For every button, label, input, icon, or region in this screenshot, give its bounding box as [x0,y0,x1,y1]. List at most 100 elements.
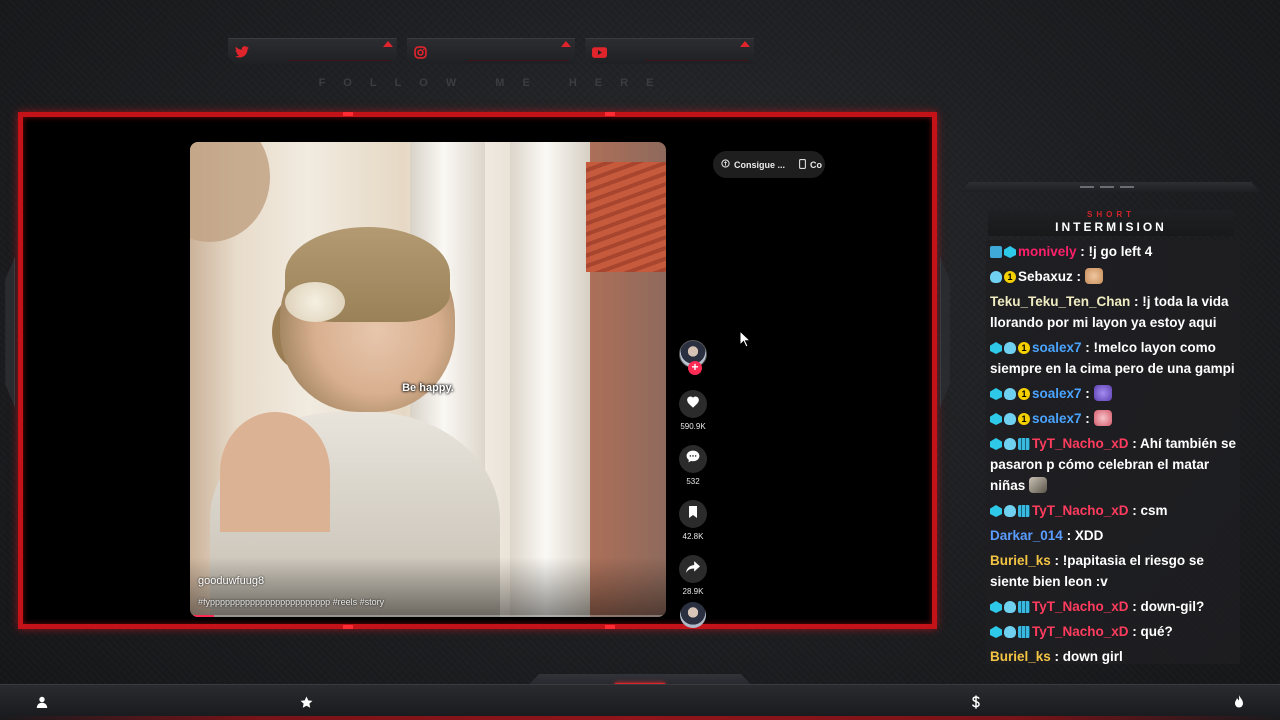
chat-message: TyT_Nacho_xD : Ahí también se pasaron p … [990,436,1237,493]
user-icon[interactable] [34,694,50,710]
chat-message: 1 soalex7 : [988,382,1240,407]
progress-fill [190,615,214,617]
shield-badge-icon [1004,388,1016,400]
shield-badge-icon [990,271,1002,283]
gold-badge-icon: 1 [1018,342,1030,354]
gem-badge-icon [1004,246,1016,258]
social-links-bar [228,38,755,64]
video-progress[interactable] [190,615,666,617]
gem-badge-icon [990,413,1002,425]
top-actions: Consigue ... Co [713,151,825,178]
heart-icon [686,395,700,413]
bars-badge-icon [1018,505,1030,517]
video-scene [586,162,666,272]
divider [288,60,391,61]
shield-badge-icon [1004,413,1016,425]
gem-badge-icon [990,438,1002,450]
chat-username[interactable]: TyT_Nacho_xD [1032,599,1129,614]
chat-username[interactable]: TyT_Nacho_xD [1032,503,1129,518]
arrow-badge-icon [990,246,1002,258]
user-badges [990,246,1016,258]
mouse-cursor-icon [739,330,751,348]
photo-emote-icon [1029,477,1048,493]
user-badges: 1 [990,342,1030,354]
frame-notch [605,625,615,629]
gem-badge-icon [990,626,1002,638]
chat-text: down girl [1062,649,1123,664]
chat-message: 1 soalex7 : [988,407,1240,432]
get-app-button[interactable]: Co [799,158,822,171]
chat-username[interactable]: Darkar_014 [990,528,1063,543]
youtube-slot[interactable] [585,38,755,64]
gem-badge-icon [990,342,1002,354]
bars-badge-icon [1018,626,1030,638]
user-badges: 1 [990,271,1016,283]
youtube-icon [591,44,607,60]
video-scene [190,557,666,617]
frame-notch [343,625,353,629]
frame-notch [343,112,353,116]
chat-box: monively : !j go left 4 1 Sebaxuz : Teku_… [986,240,1240,664]
triangle-accent [740,41,751,47]
user-badges [990,601,1030,613]
instagram-icon [413,44,429,60]
chat-message: Buriel_ks : down girl [990,649,1123,664]
chat-message: Darkar_014 : XDD [990,528,1104,543]
creator-avatar[interactable]: + [679,340,707,375]
shield-badge-icon [1004,626,1016,638]
flame-icon[interactable] [1231,694,1247,710]
gem-badge-icon [990,601,1002,613]
chat-username[interactable]: TyT_Nacho_xD [1032,436,1129,451]
video-hashtags[interactable]: #fypppppppppppppppppppppppp #reels #stor… [198,597,384,607]
chat-username[interactable]: TyT_Nacho_xD [1032,624,1129,639]
chat-username[interactable]: Buriel_ks [990,649,1051,664]
bookmark-button[interactable] [679,500,707,528]
chat-username[interactable]: soalex7 [1032,386,1082,401]
like-count: 590.9K [680,422,706,431]
divider [466,60,570,61]
chat-message: monively : !j go left 4 [988,240,1240,265]
chat-username[interactable]: monively [1018,244,1077,259]
get-coins-button[interactable]: Consigue ... [721,159,785,170]
chat-username[interactable]: soalex7 [1032,411,1082,426]
follow-plus-icon[interactable]: + [688,361,702,375]
chat-top-deco [960,180,1260,194]
chat-text: down-gil? [1140,599,1205,614]
sound-avatar[interactable] [680,602,706,628]
chat-username[interactable]: Buriel_ks [990,553,1051,568]
video-username[interactable]: gooduwfuug8 [198,575,264,587]
chat-username[interactable]: soalex7 [1032,340,1082,355]
chat-deco-dash [1100,186,1114,188]
thumbs-emote-icon [1084,268,1103,284]
chat-username[interactable]: Teku_Teku_Ten_Chan [990,294,1130,309]
chat-text: XDD [1074,528,1104,543]
chat-text: !j go left 4 [1088,244,1153,259]
user-badges [990,505,1030,517]
twitter-slot[interactable] [228,38,397,64]
chat-message: 1 soalex7 : !melco layon como siempre en … [990,340,1235,376]
shield-badge-icon [1004,601,1016,613]
action-rail: + 590.9K 532 42.8K 28.9K [675,340,711,628]
video-player[interactable]: Be happy. gooduwfuug8 #fyppppppppppppppp… [190,142,666,617]
shield-badge-icon [1004,505,1016,517]
star-icon[interactable] [298,694,314,710]
chat-username[interactable]: Sebaxuz [1018,269,1073,284]
frame-left-deco [5,257,15,407]
chat-header-title: INTERMISION [1055,220,1167,234]
chat-header-subtitle: SHORT [1087,210,1135,219]
comment-button[interactable] [679,445,707,473]
dollar-icon[interactable] [968,694,984,710]
bottom-glow [0,716,1280,720]
share-button[interactable] [679,555,707,583]
video-scene [220,412,330,532]
chat-message: TyT_Nacho_xD : down-gil? [988,595,1240,620]
instagram-slot[interactable] [406,38,576,64]
coin-icon [721,159,730,170]
like-button[interactable] [679,390,707,418]
chat-message: TyT_Nacho_xD : csm [988,499,1240,524]
bookmark-icon [688,505,698,523]
bars-badge-icon [1018,438,1030,450]
user-badges [990,626,1030,638]
bars-badge-icon [1018,601,1030,613]
phone-icon [799,158,806,171]
